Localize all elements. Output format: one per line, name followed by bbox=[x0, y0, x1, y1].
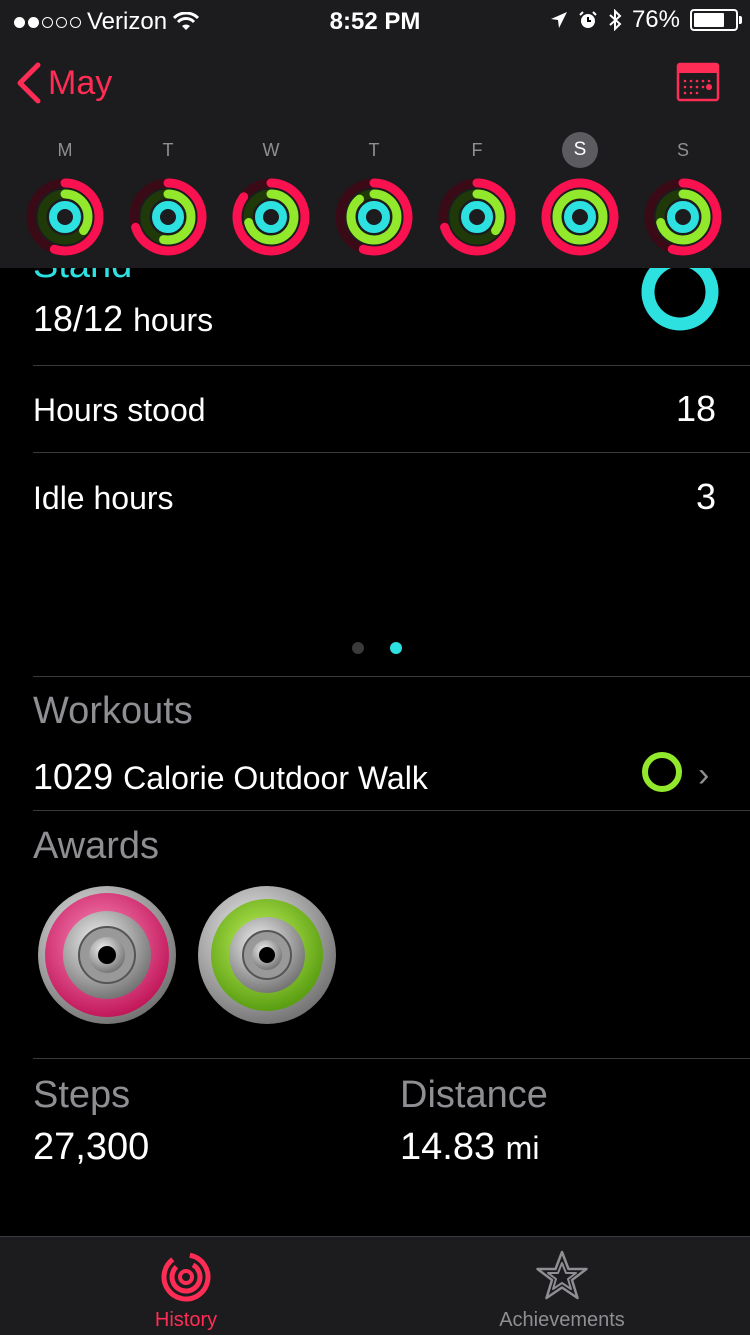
workout-description: Calorie Outdoor Walk bbox=[123, 760, 428, 796]
back-button-label: May bbox=[48, 63, 113, 102]
day-letter: M bbox=[57, 140, 73, 160]
page-dot bbox=[352, 642, 364, 654]
divider bbox=[33, 810, 750, 811]
day-3[interactable]: T bbox=[330, 132, 418, 258]
battery-percent: 76% bbox=[631, 6, 680, 33]
tab-history-label: History bbox=[154, 1309, 218, 1331]
distance-number: 14.83 bbox=[400, 1126, 496, 1168]
status-bar: Verizon 8:52 PM 76% bbox=[0, 0, 750, 40]
activity-rings-icon bbox=[438, 178, 516, 256]
exercise-ring-icon bbox=[642, 752, 682, 792]
week-strip: MTWTFSS bbox=[0, 132, 750, 268]
hours-stood-value: 18 bbox=[675, 388, 716, 429]
day-6[interactable]: S bbox=[639, 132, 727, 258]
tab-bar: History Achievements bbox=[0, 1236, 750, 1335]
distance-value: 14.83 mi bbox=[400, 1126, 539, 1169]
top-bar: Verizon 8:52 PM 76% May M T W T F S S bbox=[0, 0, 750, 268]
exercise-award-medal-icon[interactable] bbox=[196, 884, 338, 1026]
divider bbox=[33, 452, 750, 453]
status-right: 76% bbox=[550, 6, 742, 34]
activity-rings-icon bbox=[26, 178, 104, 256]
day-letter: F bbox=[471, 140, 483, 160]
calendar-icon bbox=[676, 62, 720, 102]
activity-rings-icon bbox=[541, 178, 619, 256]
battery-icon bbox=[690, 9, 742, 31]
page-indicator[interactable] bbox=[352, 642, 402, 654]
idle-hours-label: Idle hours bbox=[33, 480, 174, 516]
chevron-left-icon bbox=[17, 62, 41, 104]
day-5[interactable]: S bbox=[536, 132, 624, 258]
day-letter: T bbox=[368, 140, 380, 160]
history-rings-icon bbox=[161, 1252, 211, 1302]
divider bbox=[33, 1058, 750, 1059]
move-award-medal-icon[interactable] bbox=[36, 884, 178, 1026]
distance-label: Distance bbox=[400, 1074, 548, 1116]
steps-value: 27,300 bbox=[33, 1126, 150, 1168]
day-letter: W bbox=[262, 140, 280, 160]
location-arrow-icon bbox=[550, 12, 567, 28]
tab-history[interactable]: History bbox=[86, 1251, 286, 1332]
stand-value: 18/12 hours bbox=[33, 298, 213, 340]
awards-heading: Awards bbox=[33, 825, 160, 867]
day-4[interactable]: F bbox=[433, 132, 521, 258]
alarm-icon bbox=[579, 11, 597, 28]
workouts-heading: Workouts bbox=[33, 690, 193, 732]
idle-hours-value: 3 bbox=[695, 476, 716, 517]
calendar-button[interactable] bbox=[676, 62, 720, 102]
day-letter: S bbox=[562, 132, 598, 168]
divider bbox=[33, 676, 750, 677]
tab-achievements-label: Achievements bbox=[499, 1309, 625, 1331]
stand-count: 18/12 bbox=[33, 298, 124, 339]
chevron-right-icon[interactable]: › bbox=[698, 756, 709, 795]
day-1[interactable]: T bbox=[124, 132, 212, 258]
tab-achievements[interactable]: Achievements bbox=[462, 1249, 662, 1332]
divider bbox=[33, 365, 750, 366]
stand-unit: hours bbox=[133, 302, 214, 338]
back-button[interactable]: May bbox=[16, 62, 112, 104]
workout-calories: 1029 bbox=[33, 756, 114, 797]
day-letter: T bbox=[162, 140, 174, 160]
day-0[interactable]: M bbox=[21, 132, 109, 258]
star-icon bbox=[536, 1250, 588, 1300]
activity-rings-icon bbox=[644, 178, 722, 256]
day-letter: S bbox=[676, 140, 689, 160]
activity-rings-icon bbox=[232, 178, 310, 256]
activity-rings-icon bbox=[129, 178, 207, 256]
workout-row[interactable]: 1029 Calorie Outdoor Walk bbox=[33, 756, 428, 798]
page-dot-active bbox=[390, 642, 402, 654]
distance-unit: mi bbox=[505, 1130, 540, 1166]
steps-label: Steps bbox=[33, 1074, 131, 1116]
hours-stood-label: Hours stood bbox=[33, 392, 206, 428]
activity-rings-icon bbox=[335, 178, 413, 256]
bluetooth-icon bbox=[609, 9, 622, 31]
day-2[interactable]: W bbox=[227, 132, 315, 258]
